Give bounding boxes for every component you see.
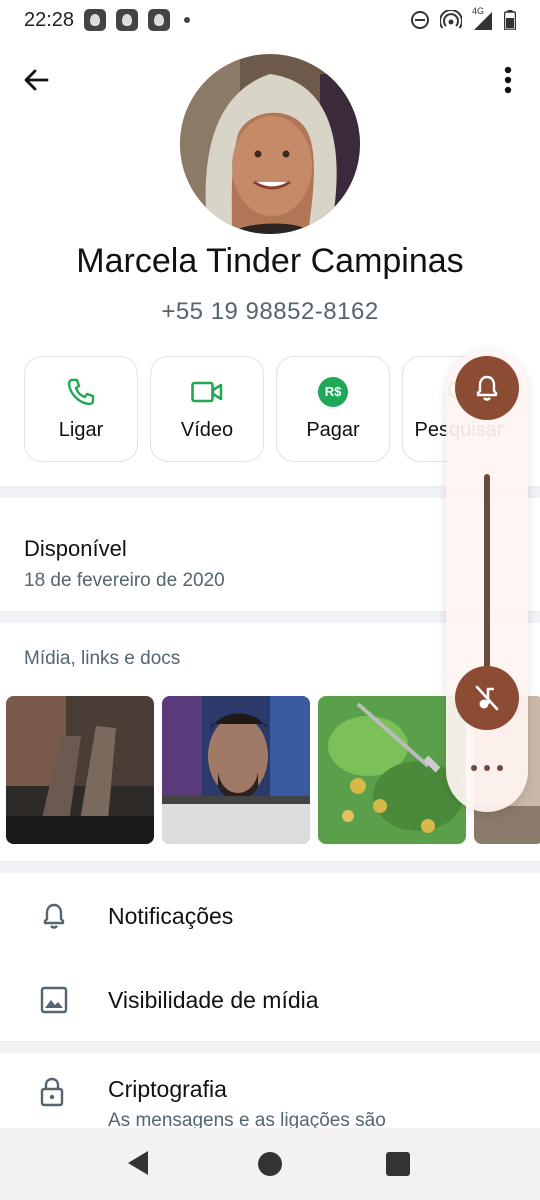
status-bar: 22:28 4G — [0, 0, 540, 40]
pay-icon-text: R$ — [324, 384, 342, 399]
volume-panel — [446, 350, 528, 812]
media-thumbnail-legs[interactable] — [6, 696, 154, 844]
contact-avatar[interactable] — [180, 54, 360, 234]
arrow-left-icon — [24, 69, 49, 91]
network-type-label: 4G — [472, 6, 485, 16]
settings-list: Notificações Visibilidade de mídia — [0, 874, 540, 1042]
contact-name: Marcela Tinder Campinas — [76, 242, 464, 280]
pay-button-label: Pagar — [306, 418, 360, 441]
system-navigation-bar — [0, 1128, 540, 1200]
more-options-button[interactable] — [490, 62, 526, 98]
media-header[interactable]: Mídia, links e docs — [24, 648, 180, 670]
more-dot-icon — [497, 765, 503, 771]
more-dot-icon — [484, 765, 490, 771]
volume-slider-track[interactable] — [484, 474, 490, 694]
video-icon — [191, 381, 223, 402]
nav-recents-icon[interactable] — [386, 1152, 410, 1176]
legs-photo — [6, 696, 154, 844]
do-not-disturb-icon — [411, 11, 429, 29]
nav-back-icon[interactable] — [126, 1150, 150, 1176]
call-button-label: Ligar — [58, 418, 104, 441]
cell-signal-icon: 4G — [472, 6, 494, 30]
media-thumbnail-man[interactable] — [162, 696, 310, 844]
volume-settings-button[interactable] — [471, 756, 503, 780]
phone-icon — [67, 378, 95, 405]
man-portrait-photo — [162, 696, 310, 844]
about-status: Disponível — [24, 536, 127, 561]
music-muted-icon — [475, 685, 499, 711]
avatar-photo — [180, 54, 360, 234]
image-icon — [38, 984, 70, 1016]
lock-icon — [38, 1076, 66, 1113]
media-visibility-setting-label: Visibilidade de mídia — [108, 986, 319, 1013]
notification-app-icon — [148, 9, 171, 31]
video-call-button[interactable]: Vídeo — [150, 356, 264, 462]
notifications-setting-label: Notificações — [108, 902, 234, 929]
encryption-setting[interactable]: Criptografia As mensagens e as ligações … — [0, 1064, 540, 1128]
bell-icon — [476, 375, 498, 401]
contact-phone: +55 19 98852-8162 — [161, 298, 379, 325]
encryption-title: Criptografia — [108, 1076, 227, 1102]
bell-icon — [38, 900, 70, 932]
section-divider — [0, 1041, 540, 1053]
action-buttons: Ligar Vídeo R$ Pagar Pesquisar — [24, 356, 516, 462]
media-thumbnail-salad[interactable] — [318, 696, 466, 844]
notification-app-icon — [116, 9, 139, 31]
video-call-button-label: Vídeo — [180, 418, 234, 441]
media-visibility-setting[interactable]: Visibilidade de mídia — [0, 958, 540, 1042]
encryption-subtitle: As mensagens e as ligações são — [108, 1110, 386, 1128]
salad-photo — [318, 696, 466, 844]
pay-icon: R$ — [318, 376, 348, 407]
ringer-mode-button[interactable] — [455, 356, 519, 420]
media-volume-mute-button[interactable] — [455, 666, 519, 730]
more-vert-icon — [504, 66, 512, 94]
pay-button[interactable]: R$ Pagar — [276, 356, 390, 462]
notifications-setting[interactable]: Notificações — [0, 874, 540, 958]
nav-home-icon[interactable] — [258, 1152, 282, 1176]
section-divider — [0, 861, 540, 873]
more-dot-icon — [471, 765, 477, 771]
notification-app-icon — [84, 9, 107, 31]
back-button[interactable] — [18, 62, 54, 98]
hotspot-icon — [440, 10, 462, 29]
battery-icon — [504, 10, 516, 30]
more-notifications-dot-icon — [184, 17, 191, 23]
status-time: 22:28 — [24, 8, 75, 31]
about-date: 18 de fevereiro de 2020 — [24, 570, 225, 591]
call-button[interactable]: Ligar — [24, 356, 138, 462]
